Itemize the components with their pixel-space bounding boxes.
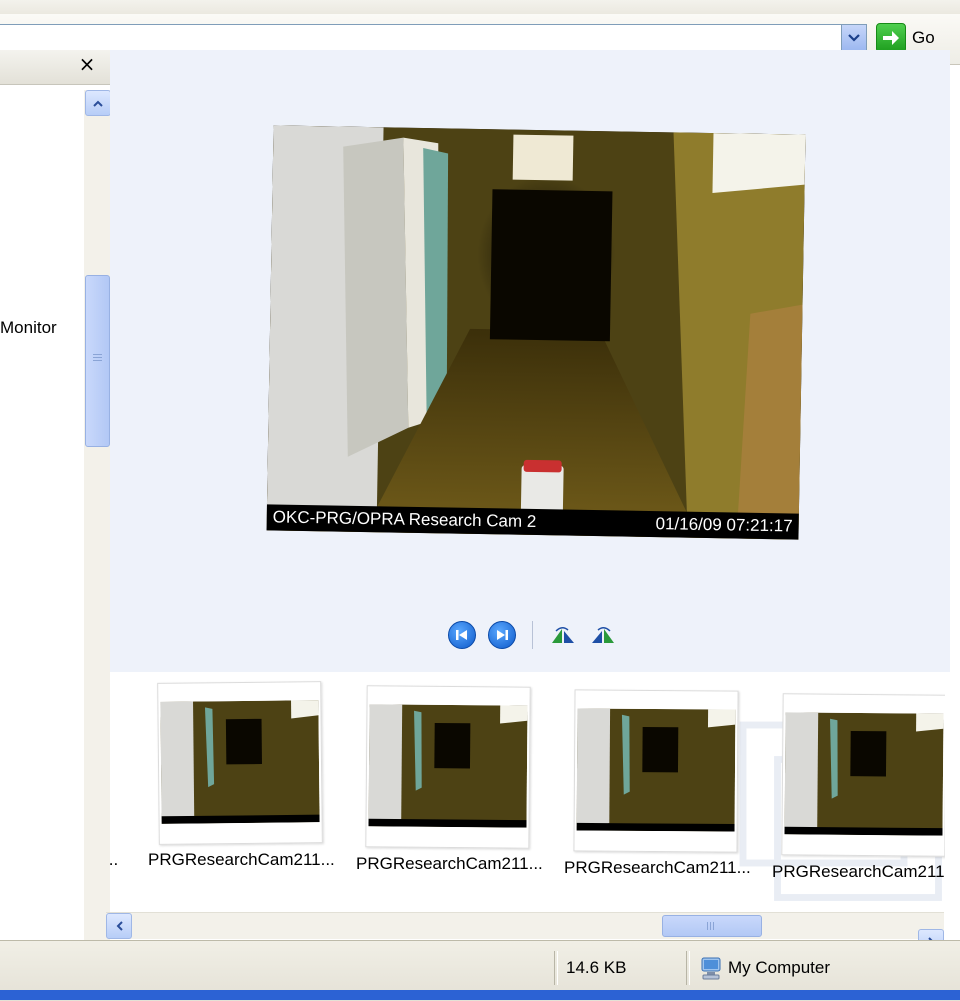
go-label: Go [912, 28, 935, 47]
vertical-scroll-thumb[interactable] [85, 275, 110, 447]
thumbnail-image [160, 700, 320, 824]
thumbnail-label: PRGResearchCam211... [564, 858, 751, 877]
chevron-left-icon [116, 921, 123, 931]
my-computer-icon [701, 957, 721, 980]
go-arrow-icon [876, 23, 906, 53]
hallway-photo [266, 125, 806, 540]
status-file-size: 14.6 KB [566, 953, 627, 983]
zone-label: My Computer [728, 958, 831, 977]
thumbnail-item[interactable]: PRGResearchCam211... [356, 685, 546, 896]
folders-pane: × Monitor [0, 50, 111, 980]
filmstrip: ... PRGResearchCam211... PRGResearchCam2… [110, 672, 945, 914]
rotate-clockwise-icon [552, 627, 574, 643]
thumbnail-image [784, 712, 944, 836]
previous-image-icon [456, 630, 467, 640]
close-pane-button[interactable]: × [76, 53, 98, 75]
chevron-up-icon [93, 100, 103, 107]
thumbnail-card [157, 681, 323, 845]
status-zone: My Computer [700, 953, 830, 983]
folders-pane-header: × [0, 50, 110, 85]
thumbnail-image [576, 708, 736, 832]
vertical-scrollbar[interactable] [84, 90, 111, 980]
status-divider [686, 951, 690, 985]
next-image-icon [497, 630, 508, 640]
status-divider [554, 951, 558, 985]
partial-thumbnail-label: ... [110, 850, 119, 869]
thumbnail-card [781, 693, 945, 857]
thumbnail-label: PRGResearchCam211... [356, 854, 543, 873]
menu-strip [0, 0, 960, 15]
horizontal-scrollbar[interactable] [106, 912, 944, 955]
camera-caption-timestamp: 01/16/09 07:21:17 [655, 514, 793, 536]
tree-item-monitor[interactable]: Monitor [0, 318, 80, 338]
thumbnail-label: PRGResearchCam211... [772, 862, 945, 881]
toolbar-separator [532, 621, 533, 649]
thumbnail-item[interactable]: PRGResearchCam211... [772, 693, 945, 904]
thumbnail-item[interactable]: PRGResearchCam211... [148, 681, 338, 892]
rotate-counterclockwise-button[interactable] [589, 624, 617, 646]
thumbnail-label: PRGResearchCam211... [148, 850, 335, 869]
address-dropdown-button[interactable] [841, 25, 866, 51]
chevron-down-icon [848, 34, 860, 42]
thumbnail-image [368, 704, 528, 828]
thumbnail-item[interactable]: PRGResearchCam211... [564, 689, 754, 900]
scroll-up-button[interactable] [85, 90, 111, 116]
previous-image-button[interactable] [448, 621, 476, 649]
tree-item-label: Monitor [0, 318, 57, 337]
camera-caption-title: OKC-PRG/OPRA Research Cam 2 [272, 507, 537, 532]
camera-image: OKC-PRG/OPRA Research Cam 2 01/16/09 07:… [266, 125, 806, 540]
go-button[interactable]: Go [876, 23, 946, 53]
address-input[interactable] [0, 24, 867, 52]
image-preview-area: OKC-PRG/OPRA Research Cam 2 01/16/09 07:… [110, 50, 950, 672]
file-size-text: 14.6 KB [566, 958, 627, 977]
rotate-clockwise-button[interactable] [549, 624, 577, 646]
thumbnail-card [365, 685, 531, 849]
scroll-left-button[interactable] [106, 913, 132, 939]
horizontal-scroll-thumb[interactable] [662, 915, 762, 937]
next-image-button[interactable] [488, 621, 516, 649]
viewer-controls [448, 618, 628, 652]
rotate-counterclockwise-icon [592, 627, 614, 643]
taskbar-edge [0, 990, 960, 1000]
thumbnail-card [573, 689, 739, 853]
